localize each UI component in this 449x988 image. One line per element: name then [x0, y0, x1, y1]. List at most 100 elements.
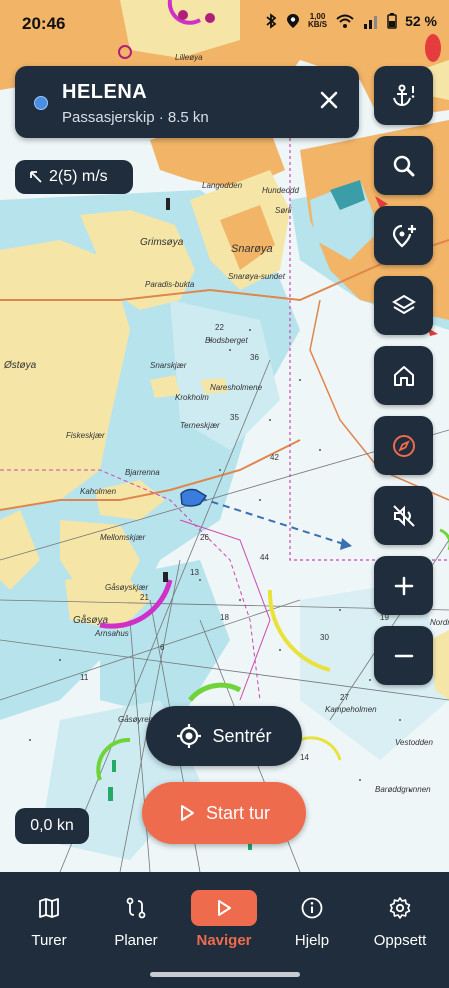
- nav-item-hjelp[interactable]: Hjelp: [272, 890, 352, 949]
- info-icon: [301, 897, 323, 919]
- map-label: Snarøya-sundet: [228, 272, 286, 281]
- map-label: Snarøya: [231, 243, 273, 255]
- gear-icon: [389, 897, 411, 919]
- nav-label: Turer: [31, 932, 67, 949]
- play-icon: [180, 805, 194, 821]
- wind-value: 2(5) m/s: [49, 168, 108, 185]
- search-icon: [393, 155, 414, 176]
- zoom-in-button[interactable]: [374, 556, 433, 615]
- center-map-label: Sentrér: [212, 725, 272, 746]
- plus-icon: [394, 576, 413, 595]
- svg-text:18: 18: [220, 613, 229, 622]
- layers-button[interactable]: [374, 276, 433, 335]
- svg-text:21: 21: [140, 593, 149, 602]
- map-label: Vestodden: [395, 738, 434, 747]
- status-time: 20:46: [22, 14, 66, 33]
- svg-text:30: 30: [320, 633, 329, 642]
- map-label: Bjarrenna: [125, 468, 160, 477]
- nav-item-oppsett[interactable]: Oppsett: [360, 890, 440, 949]
- layers-icon: [391, 294, 416, 314]
- nav-label: Oppsett: [373, 932, 427, 949]
- vessel-info-card[interactable]: HELENA Passasjerskip · 8.5 kn: [15, 66, 359, 138]
- zoom-out-button[interactable]: [374, 626, 433, 685]
- close-icon[interactable]: [317, 88, 341, 112]
- location-add-icon: [392, 224, 416, 247]
- map-label: Fiskeskjær: [66, 431, 105, 440]
- map-label: Paradis-bukta: [145, 280, 195, 289]
- svg-text:13: 13: [190, 568, 199, 577]
- svg-text:44: 44: [260, 553, 269, 562]
- wind-indicator[interactable]: 2(5) m/s: [15, 160, 133, 194]
- wind-direction-icon: [30, 171, 42, 183]
- map-label: Snarskjær: [150, 361, 187, 370]
- compass-button[interactable]: [374, 416, 433, 475]
- vessel-subtitle: Passasjerskip · 8.5 kn: [62, 109, 209, 126]
- add-waypoint-button[interactable]: [374, 206, 433, 265]
- home-icon: [393, 365, 414, 386]
- map-label: Gåsøyskjær: [105, 583, 148, 592]
- map-label: Naresholmene: [210, 383, 263, 392]
- svg-text:11: 11: [80, 673, 89, 682]
- minus-icon: [394, 654, 413, 657]
- map-icon: [39, 898, 59, 918]
- map-label: Langodden: [202, 181, 243, 190]
- nav-label: Naviger: [196, 932, 252, 949]
- map-label: Barøddgrunnen: [375, 785, 431, 794]
- bluetooth-icon: [266, 13, 277, 29]
- svg-text:6: 6: [160, 643, 165, 652]
- map-label: Grimsøya: [140, 237, 184, 248]
- status-bar: 20:46 1,00 KB/S 52 %: [0, 0, 449, 46]
- svg-text:42: 42: [270, 453, 279, 462]
- map-label: Sørli: [275, 206, 292, 215]
- speed-value: 0,0 kn: [30, 817, 74, 834]
- map-label: Krokholm: [175, 393, 209, 402]
- map-label: Gåsøya: [73, 614, 108, 626]
- speed-indicator: 0,0 kn: [15, 808, 89, 844]
- battery-percent: 52 %: [405, 13, 437, 29]
- home-indicator[interactable]: [150, 972, 300, 977]
- map-label: Blodsberget: [205, 336, 248, 345]
- location-icon: [286, 14, 299, 28]
- map-label: Terneskjær: [180, 421, 220, 430]
- home-button[interactable]: [374, 346, 433, 405]
- network-speed: 1,00 KB/S: [307, 12, 328, 29]
- map-label: Arnsahus: [94, 629, 129, 638]
- nav-item-planer[interactable]: Planer: [96, 890, 176, 949]
- mute-button[interactable]: [374, 486, 433, 545]
- crosshair-icon: [177, 724, 202, 748]
- nav-label: Planer: [114, 932, 158, 949]
- center-map-button[interactable]: Sentrér: [146, 706, 302, 766]
- vessel-name: HELENA: [62, 81, 148, 103]
- nav-item-turer[interactable]: Turer: [9, 890, 89, 949]
- svg-text:35: 35: [230, 413, 239, 422]
- nav-item-naviger[interactable]: Naviger: [184, 890, 264, 949]
- volume-off-icon: [392, 504, 415, 527]
- map-label: Kaholmen: [80, 487, 117, 496]
- svg-text:36: 36: [250, 353, 259, 362]
- map-label: Østøya: [3, 360, 37, 371]
- start-trip-label: Start tur: [205, 802, 271, 823]
- start-trip-button[interactable]: Start tur: [142, 782, 306, 844]
- play-icon: [218, 900, 231, 916]
- status-icons: 1,00 KB/S 52 %: [264, 13, 437, 29]
- search-button[interactable]: [374, 136, 433, 195]
- anchor-alert-icon: [392, 84, 414, 106]
- svg-text:27: 27: [340, 693, 349, 702]
- map-label: Nordre: [430, 618, 449, 627]
- anchor-alarm-button[interactable]: [374, 66, 433, 125]
- svg-text:22: 22: [215, 323, 224, 332]
- route-icon: [126, 897, 146, 919]
- nav-label: Hjelp: [294, 932, 330, 949]
- map-label: Kampeholmen: [325, 705, 377, 714]
- bottom-navigation: Turer Planer Naviger Hjelp Oppsett: [0, 872, 449, 988]
- map-label: Lilleøya: [175, 53, 203, 62]
- signal-icon: [364, 16, 378, 29]
- map-label: Mellomskjær: [100, 533, 146, 542]
- svg-text:26: 26: [200, 533, 209, 542]
- map-label: Hundeodd: [262, 186, 299, 195]
- vessel-status-dot: [34, 96, 48, 110]
- wifi-icon: [336, 14, 354, 28]
- compass-icon: [392, 434, 415, 457]
- battery-icon: [387, 13, 397, 29]
- svg-text:14: 14: [300, 753, 309, 762]
